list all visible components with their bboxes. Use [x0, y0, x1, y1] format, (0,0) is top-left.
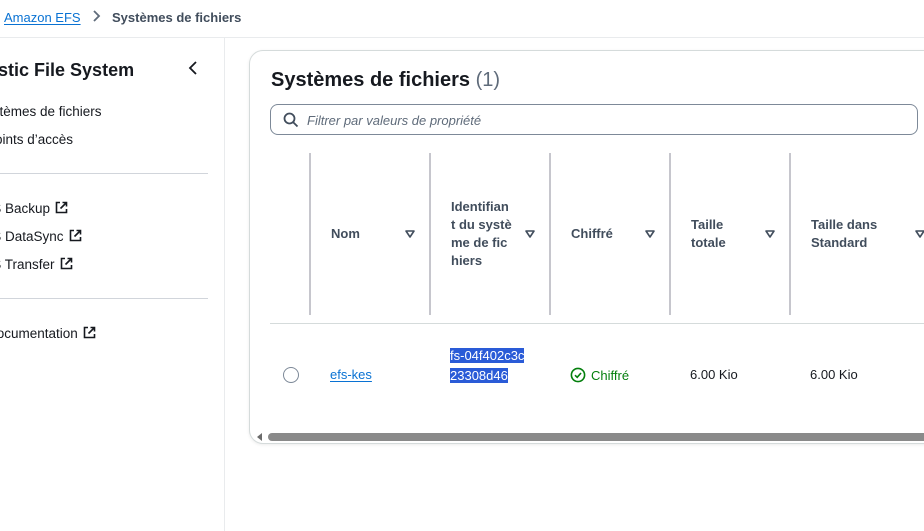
sidebar: Elastic File System Systèmes de fichiers…	[0, 38, 225, 531]
filter-field[interactable]	[270, 104, 918, 135]
column-header-encrypted[interactable]: Chiffré	[551, 153, 669, 315]
sort-caret-down-icon[interactable]	[914, 228, 924, 240]
check-circle-icon	[570, 367, 586, 383]
column-header-label: Identifiant du système de fichiers	[451, 199, 512, 268]
sidebar-item-file-systems[interactable]: Systèmes de fichiers	[0, 104, 102, 119]
filesystem-id-cell: fs-04f402c3c23308d46	[450, 346, 530, 386]
sidebar-divider	[0, 298, 208, 299]
column-header-label: Taille dans Standard	[811, 217, 878, 250]
breadcrumb-current: Systèmes de fichiers	[112, 10, 242, 25]
external-link-icon	[55, 201, 68, 214]
sort-caret-down-icon[interactable]	[644, 228, 656, 240]
chevron-right-icon	[93, 10, 101, 22]
sidebar-item-aws-transfer[interactable]: AWS Transfer	[0, 257, 73, 272]
row-select-radio[interactable]	[283, 367, 299, 383]
column-header-name[interactable]: Nom	[311, 153, 429, 315]
external-link-icon	[83, 326, 96, 339]
external-link-icon	[69, 229, 81, 242]
column-header-total-size[interactable]: Taille totale	[671, 153, 789, 315]
column-header-label: Chiffré	[571, 226, 613, 241]
external-link-icon	[60, 257, 72, 270]
scroll-left-arrow-icon[interactable]	[256, 433, 264, 441]
page-title-text: Systèmes de fichiers	[271, 69, 470, 91]
sidebar-item-access-points[interactable]: Points d’accès	[0, 132, 73, 147]
sidebar-item-aws-backup[interactable]: AWS Backup	[0, 201, 68, 216]
column-header-filesystem-id[interactable]: Identifiant du système de fichiers	[431, 153, 549, 315]
sidebar-item-label: AWS Transfer	[0, 257, 55, 272]
sidebar-item-aws-datasync[interactable]: AWS DataSync	[0, 229, 82, 244]
horizontal-scrollbar[interactable]	[250, 431, 924, 443]
search-icon	[283, 112, 299, 128]
breadcrumb: Amazon EFS Systèmes de fichiers	[0, 0, 924, 38]
column-header-label: Taille totale	[691, 217, 726, 250]
item-count: (1)	[475, 69, 501, 91]
standard-size-cell: 6.00 Kio	[810, 367, 858, 382]
column-header-label: Nom	[331, 226, 360, 241]
column-header-standard-size[interactable]: Taille dans Standard	[791, 153, 924, 315]
filesystem-name-link[interactable]: efs-kes	[330, 367, 372, 382]
header-separator	[270, 323, 924, 324]
sidebar-title: Elastic File System	[0, 60, 135, 80]
filesystem-id-text: fs-04f402c3c23308d46	[450, 348, 525, 383]
sidebar-divider	[0, 173, 208, 174]
filter-input[interactable]	[307, 109, 907, 131]
sidebar-item-label: AWS DataSync	[0, 229, 64, 244]
scrollbar-thumb[interactable]	[268, 433, 924, 441]
sort-caret-down-icon[interactable]	[764, 228, 776, 240]
collapse-sidebar-icon[interactable]	[186, 60, 202, 76]
sidebar-item-label: AWS Backup	[0, 201, 51, 216]
total-size-cell: 6.00 Kio	[690, 367, 738, 382]
breadcrumb-link-amazon-efs[interactable]: Amazon EFS	[4, 10, 81, 25]
encrypted-status: Chiffré	[570, 367, 629, 383]
sort-caret-down-icon[interactable]	[404, 228, 416, 240]
sort-caret-down-icon[interactable]	[524, 228, 536, 240]
file-systems-table-container: Systèmes de fichiers (1) Nom Identifiant…	[249, 50, 924, 444]
page-title: Systèmes de fichiers (1)	[271, 69, 500, 92]
sidebar-item-documentation[interactable]: Documentation	[0, 326, 96, 341]
sidebar-item-label: Documentation	[0, 326, 78, 341]
encrypted-status-label: Chiffré	[591, 367, 630, 383]
